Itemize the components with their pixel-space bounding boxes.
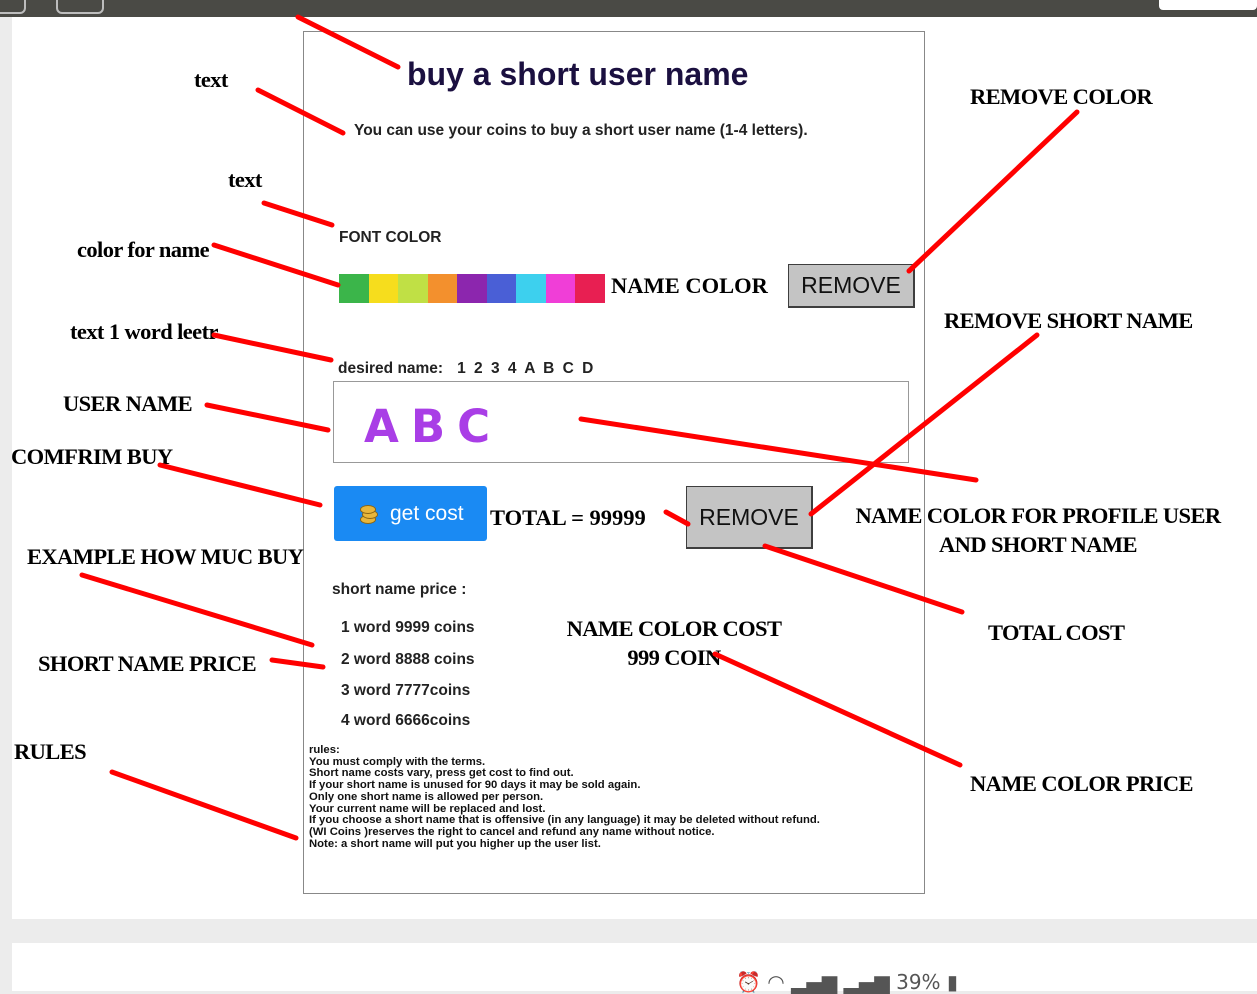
annotation-remove-color: REMOVE COLOR <box>970 84 1153 109</box>
annotation-name-color-price: NAME COLOR PRICE <box>970 771 1194 796</box>
wifi-icon: ◠ <box>767 970 785 994</box>
price-title: short name price : <box>332 581 467 598</box>
toolbar-button[interactable] <box>0 0 26 14</box>
remove-short-name-button[interactable]: REMOVE <box>686 486 813 549</box>
annotation-short-name-price: SHORT NAME PRICE <box>38 651 257 676</box>
annotation-name-color-cost-line: 999 COIN <box>627 645 721 670</box>
desired-name-label: desired name: 1 2 3 4 A B C D <box>338 360 595 378</box>
color-swatch[interactable] <box>339 274 369 303</box>
color-swatch[interactable] <box>427 274 457 303</box>
color-swatch[interactable] <box>545 274 575 303</box>
color-swatch[interactable] <box>368 274 398 303</box>
color-swatch[interactable] <box>457 274 487 303</box>
annotation-total-cost: TOTAL COST <box>988 620 1125 645</box>
rules-line: Note: a short name will put you higher u… <box>309 837 601 850</box>
color-swatch-row <box>339 274 605 303</box>
annotation-example-buy: EXAMPLE HOW MUC BUY <box>27 544 304 569</box>
rules-text: rules: You must comply with the terms. S… <box>309 744 820 850</box>
annotation-confirm-buy: COMFRIM BUY <box>11 444 173 469</box>
annotation-name-color-cost: NAME COLOR COST 999 COIN <box>555 616 793 671</box>
user-name-display: ABC <box>364 400 503 453</box>
annotation-text: text <box>228 167 262 192</box>
color-swatch[interactable] <box>398 274 428 303</box>
get-cost-button[interactable]: get cost <box>334 486 487 541</box>
annotation-text: text <box>194 67 228 92</box>
remove-color-button[interactable]: REMOVE <box>788 264 915 308</box>
desired-label-text: desired name: <box>338 360 444 377</box>
battery-level: 39% <box>896 970 941 994</box>
battery-icon: ▮ <box>946 970 958 994</box>
signal-icon-2: ▂▄▆ <box>843 970 890 994</box>
name-color-label: NAME COLOR <box>611 273 768 298</box>
annotation-profile-color-line: AND SHORT NAME <box>939 532 1138 557</box>
annotation-profile-color: NAME COLOR FOR PROFILE USER AND SHORT NA… <box>846 503 1230 558</box>
total-cost: TOTAL = 99999 <box>490 505 646 530</box>
desired-example: 1 2 3 4 A B C D <box>457 360 596 377</box>
rules-line: rules: <box>309 744 340 756</box>
price-item: 2 word 8888 coins <box>341 651 475 668</box>
annotation-rules: RULES <box>14 739 87 764</box>
bottom-card <box>12 943 1257 991</box>
annotation-color-for-name: color for name <box>77 237 210 262</box>
color-swatch[interactable] <box>486 274 516 303</box>
annotation-remove-short-name: REMOVE SHORT NAME <box>944 308 1193 333</box>
color-swatch[interactable] <box>575 274 605 303</box>
price-item: 4 word 6666coins <box>341 712 471 729</box>
browser-top-bar <box>0 0 1257 17</box>
price-item: 1 word 9999 coins <box>341 619 475 636</box>
signal-icon: ▂▄▆ <box>791 970 838 994</box>
font-color-label: FONT COLOR <box>339 229 442 246</box>
annotation-profile-color-line: NAME COLOR FOR PROFILE USER <box>855 503 1221 528</box>
annotation-user-name: USER NAME <box>63 391 193 416</box>
toolbar-button[interactable] <box>56 0 104 14</box>
price-item: 3 word 7777coins <box>341 682 471 699</box>
subtitle-text: You can use your coins to buy a short us… <box>354 122 808 139</box>
coins-icon <box>356 504 378 524</box>
get-cost-label: get cost <box>390 501 464 525</box>
annotation-text-1-word: text 1 word leetr <box>70 319 218 344</box>
annotation-name-color-cost-line: NAME COLOR COST <box>566 616 782 641</box>
rules-line: (WI Coins )reserves the right to cancel … <box>309 825 715 838</box>
rules-line: Only one short name is allowed per perso… <box>309 790 544 803</box>
alarm-icon: ⏰ <box>736 970 761 994</box>
address-field[interactable] <box>1159 0 1257 10</box>
color-swatch[interactable] <box>516 274 546 303</box>
page-title: buy a short user name <box>407 56 749 92</box>
status-bar: ⏰ ◠ ▂▄▆ ▂▄▆ 39% ▮ <box>736 970 958 994</box>
